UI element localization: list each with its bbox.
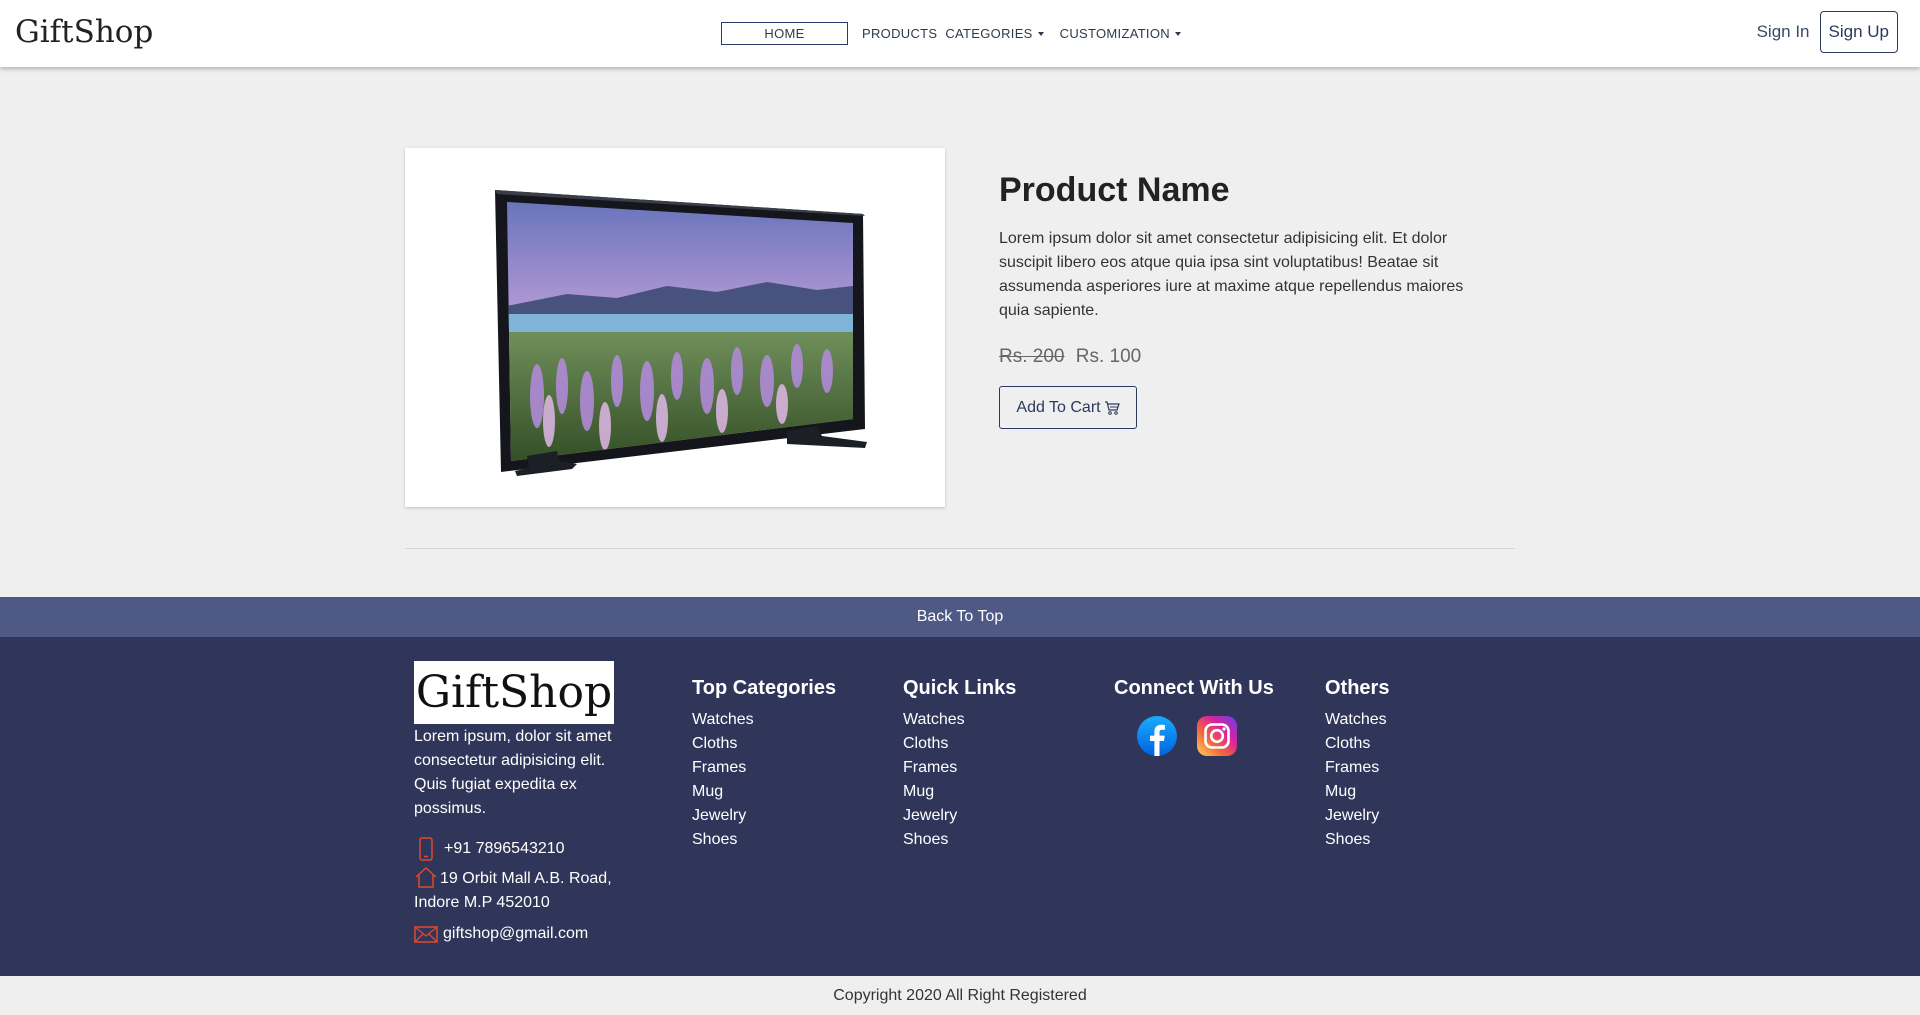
- footer-link[interactable]: Jewelry: [903, 804, 1016, 828]
- nav-products[interactable]: PRODUCTS: [862, 26, 937, 41]
- footer-link[interactable]: Shoes: [903, 828, 1016, 852]
- footer-link[interactable]: Jewelry: [692, 804, 836, 828]
- old-price: Rs. 200: [999, 346, 1065, 367]
- facebook-icon[interactable]: [1137, 716, 1177, 756]
- footer-link[interactable]: Watches: [903, 708, 1016, 732]
- product-info: Product Name Lorem ipsum dolor sit amet …: [999, 171, 1499, 429]
- footer: GiftShop Lorem ipsum, dolor sit amet con…: [0, 637, 1920, 976]
- add-to-cart-label: Add To Cart: [1016, 398, 1101, 416]
- footer-link[interactable]: Jewelry: [1325, 804, 1389, 828]
- footer-about-text: Lorem ipsum, dolor sit amet consectetur …: [414, 728, 612, 817]
- footer-link[interactable]: Cloths: [692, 732, 836, 756]
- footer-link[interactable]: Watches: [1325, 708, 1389, 732]
- top-categories-column: Top Categories Watches Cloths Frames Mug…: [692, 677, 836, 852]
- product-price: Rs. 200 Rs. 100: [999, 346, 1499, 368]
- connect-title: Connect With Us: [1114, 677, 1274, 699]
- address-text: 19 Orbit Mall A.B. Road, Indore M.P 4520…: [414, 866, 629, 915]
- connect-column: Connect With Us: [1114, 677, 1274, 756]
- nav-customization-dropdown[interactable]: CUSTOMIZATION: [1060, 26, 1181, 41]
- product-image-card: [405, 148, 945, 507]
- contact-address: 19 Orbit Mall A.B. Road, Indore M.P 4520…: [414, 866, 629, 915]
- address-value: 19 Orbit Mall A.B. Road, Indore M.P 4520…: [414, 870, 612, 911]
- auth-links: Sign In Sign Up: [1757, 11, 1898, 53]
- logo[interactable]: GiftShop: [15, 14, 153, 50]
- caret-down-icon: [1037, 32, 1044, 37]
- nav-customization-label: CUSTOMIZATION: [1059, 25, 1170, 41]
- top-categories-list: Watches Cloths Frames Mug Jewelry Shoes: [692, 708, 836, 852]
- phone-icon: [419, 837, 433, 861]
- back-to-top-button[interactable]: Back To Top: [0, 597, 1920, 637]
- footer-link[interactable]: Cloths: [1325, 732, 1389, 756]
- quick-links-title: Quick Links: [903, 677, 1017, 699]
- quick-links-column: Quick Links Watches Cloths Frames Mug Je…: [903, 677, 1016, 852]
- product-name: Product Name: [999, 171, 1230, 209]
- product-image: [495, 190, 867, 476]
- others-title: Others: [1325, 677, 1390, 699]
- footer-link[interactable]: Frames: [1325, 756, 1389, 780]
- quick-links-list: Watches Cloths Frames Mug Jewelry Shoes: [903, 708, 1016, 852]
- nav-home[interactable]: HOME: [721, 21, 848, 45]
- footer-link[interactable]: Cloths: [903, 732, 1016, 756]
- footer-link[interactable]: Shoes: [692, 828, 836, 852]
- instagram-icon[interactable]: [1197, 716, 1237, 756]
- footer-link[interactable]: Shoes: [1325, 828, 1389, 852]
- navbar: GiftShop HOME PRODUCTS CATEGORIES CUSTOM…: [0, 0, 1920, 67]
- current-price: Rs. 100: [1075, 346, 1142, 367]
- sign-up-button[interactable]: Sign Up: [1819, 11, 1898, 53]
- add-to-cart-button[interactable]: Add To Cart: [999, 386, 1137, 429]
- home-icon: [415, 866, 437, 888]
- social-links: [1137, 716, 1274, 756]
- main-nav: HOME PRODUCTS CATEGORIES CUSTOMIZATION: [721, 21, 1189, 45]
- phone-number: +91 7896543210: [444, 840, 565, 857]
- footer-link[interactable]: Mug: [903, 780, 1016, 804]
- product-description: Lorem ipsum dolor sit amet consectetur a…: [999, 230, 1464, 319]
- divider: [405, 548, 1515, 549]
- copyright: Copyright 2020 All Right Registered: [0, 976, 1920, 1015]
- nav-categories-dropdown[interactable]: CATEGORIES: [945, 25, 1044, 41]
- footer-logo: GiftShop: [414, 661, 614, 724]
- others-list: Watches Cloths Frames Mug Jewelry Shoes: [1325, 708, 1389, 852]
- contact-phone: +91 7896543210: [414, 837, 565, 861]
- others-column: Others Watches Cloths Frames Mug Jewelry…: [1325, 677, 1389, 852]
- footer-link[interactable]: Frames: [692, 756, 836, 780]
- footer-link[interactable]: Watches: [692, 708, 836, 732]
- footer-link[interactable]: Mug: [1325, 780, 1389, 804]
- sign-in-link[interactable]: Sign In: [1757, 22, 1810, 42]
- nav-categories-label: CATEGORIES: [945, 25, 1033, 41]
- footer-link[interactable]: Mug: [692, 780, 836, 804]
- email-address[interactable]: giftshop@gmail.com: [443, 922, 588, 946]
- cart-icon: [1104, 400, 1120, 415]
- top-categories-title: Top Categories: [692, 677, 837, 699]
- contact-email: giftshop@gmail.com: [414, 922, 588, 946]
- footer-link[interactable]: Frames: [903, 756, 1016, 780]
- caret-down-icon: [1174, 32, 1181, 37]
- mail-icon: [414, 926, 438, 943]
